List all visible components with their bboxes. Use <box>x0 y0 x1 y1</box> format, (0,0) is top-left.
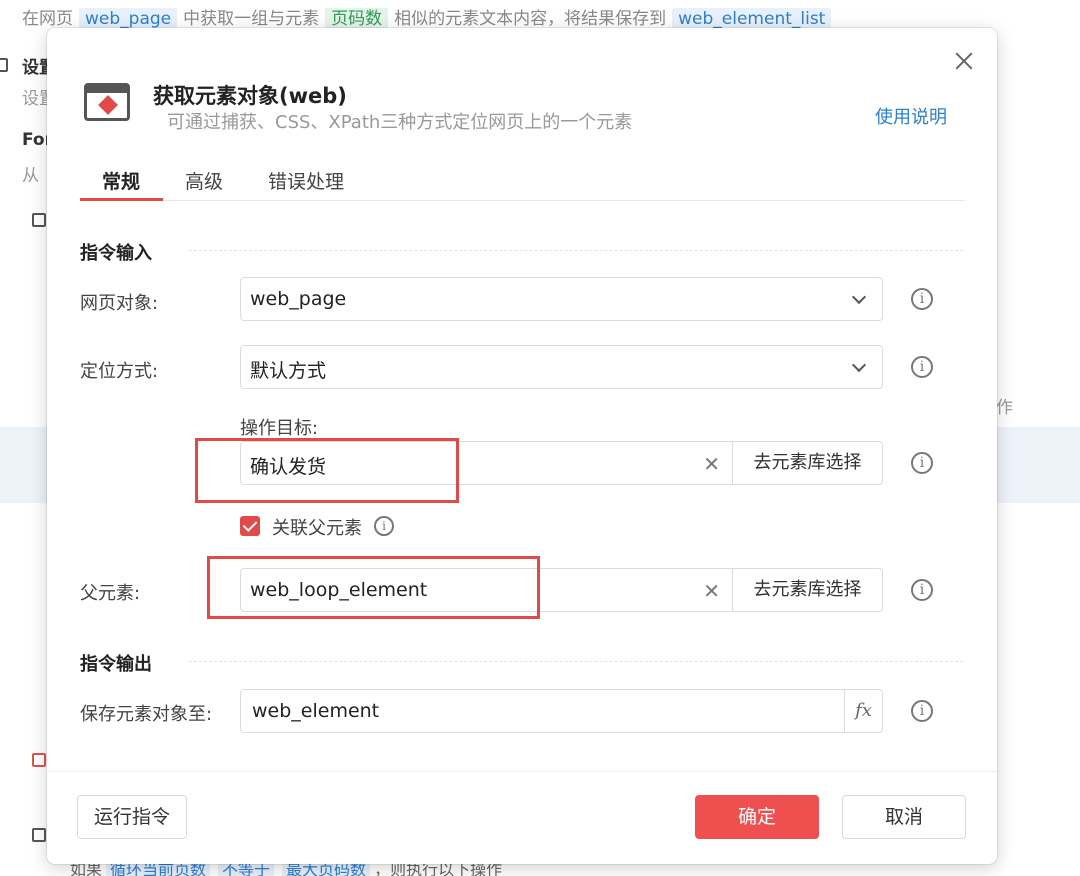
loop-step-icon <box>32 213 46 227</box>
tab-advanced[interactable]: 高级 <box>185 167 223 194</box>
error-step-icon <box>32 753 46 767</box>
parent-library-button[interactable]: 去元素库选择 <box>732 569 882 611</box>
web-page-value: web_page <box>250 288 347 310</box>
cancel-button[interactable]: 取消 <box>842 795 966 839</box>
settings-step-icon <box>0 58 8 72</box>
dialog-subtitle: 可通过捕获、CSS、XPath三种方式定位网页上的一个元素 <box>167 112 633 133</box>
info-icon[interactable]: i <box>911 700 933 722</box>
save-element-value: web_element <box>252 700 380 722</box>
target-library-button[interactable]: 去元素库选择 <box>732 442 882 484</box>
locate-method-label: 定位方式: <box>80 361 159 382</box>
info-icon[interactable]: i <box>911 452 933 474</box>
instruction-mid2: 相似的元素文本内容，将结果保存到 <box>394 9 667 29</box>
locate-method-value: 默认方式 <box>250 360 327 382</box>
list-var-token[interactable]: web_element_list <box>672 8 832 30</box>
element-var-token[interactable]: 页码数 <box>325 8 389 30</box>
info-icon[interactable]: i <box>911 288 933 310</box>
input-section-title: 指令输入 <box>80 243 152 264</box>
instruction-prefix: 在网页 <box>22 9 73 29</box>
link-parent-label: 关联父元素 <box>272 518 362 539</box>
bg-for-sub: 从 <box>22 166 39 186</box>
bg-op-fragment: 作 <box>996 398 1013 418</box>
instruction-mid1: 中获取一组与元素 <box>183 9 320 29</box>
web-element-icon <box>84 83 130 121</box>
usage-help-link[interactable]: 使用说明 <box>875 103 947 129</box>
web-page-select[interactable]: web_page <box>240 277 883 321</box>
target-label: 操作目标: <box>240 418 319 439</box>
output-section-divider <box>189 661 963 662</box>
locate-method-select[interactable]: 默认方式 <box>240 345 883 389</box>
input-section-divider <box>189 250 963 251</box>
web-page-var-token[interactable]: web_page <box>79 8 178 30</box>
tab-bar: 常规 高级 错误处理 <box>80 163 965 201</box>
run-command-button[interactable]: 运行指令 <box>77 795 187 839</box>
dialog-title: 获取元素对象(web) <box>153 84 347 108</box>
highlight-frame-target <box>195 438 459 503</box>
get-element-dialog: 获取元素对象(web) 可通过捕获、CSS、XPath三种方式定位网页上的一个元… <box>47 28 997 864</box>
tab-general[interactable]: 常规 <box>102 167 140 194</box>
output-section-title: 指令输出 <box>80 654 152 675</box>
footer-divider <box>47 771 997 772</box>
close-icon[interactable] <box>953 50 975 72</box>
fx-button[interactable]: fx <box>844 690 882 732</box>
branch-step-icon <box>32 828 46 842</box>
tab-error-handling[interactable]: 错误处理 <box>268 167 344 194</box>
info-icon[interactable]: i <box>911 579 933 601</box>
link-parent-checkbox[interactable] <box>240 516 260 536</box>
parent-element-label: 父元素: <box>80 583 141 604</box>
clear-icon[interactable]: ✕ <box>703 452 720 476</box>
info-icon[interactable]: i <box>911 356 933 378</box>
info-icon[interactable]: i <box>374 516 394 536</box>
web-page-label: 网页对象: <box>80 293 159 314</box>
highlight-frame-parent <box>207 556 540 619</box>
save-element-input[interactable]: web_element fx <box>240 689 883 733</box>
chevron-down-icon <box>851 289 867 305</box>
clear-icon[interactable]: ✕ <box>703 579 720 603</box>
chevron-down-icon <box>851 357 867 373</box>
active-tab-indicator <box>80 198 163 201</box>
save-element-label: 保存元素对象至: <box>80 704 213 725</box>
confirm-button[interactable]: 确定 <box>695 795 819 839</box>
